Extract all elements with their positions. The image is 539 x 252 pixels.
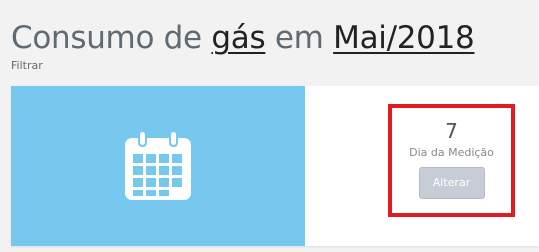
period-link[interactable]: Mai/2018 — [333, 20, 475, 56]
measurement-day-value: 7 — [445, 119, 458, 143]
measurement-day-label: Dia da Medição — [409, 146, 494, 159]
icon-panel — [11, 86, 305, 246]
calendar-icon — [125, 130, 191, 200]
filter-link[interactable]: Filtrar — [11, 59, 43, 72]
measurement-info: 7 Dia da Medição Alterar — [388, 104, 515, 199]
page-title: Consumo de gás em Mai/2018 — [11, 18, 475, 58]
title-prefix: Consumo de — [11, 20, 202, 56]
change-button[interactable]: Alterar — [418, 167, 485, 199]
title-middle: em — [274, 20, 324, 56]
resource-link[interactable]: gás — [211, 20, 265, 56]
measurement-card: 7 Dia da Medição Alterar — [11, 86, 539, 246]
